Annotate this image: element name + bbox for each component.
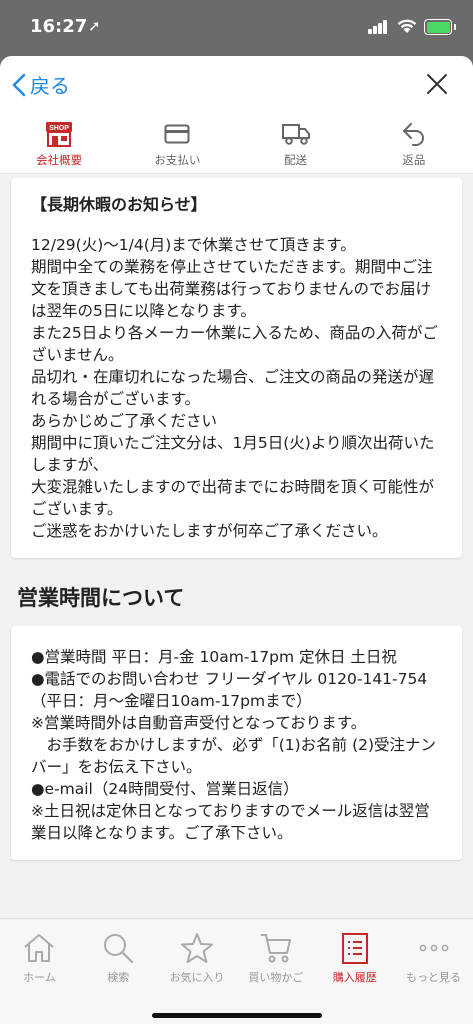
more-icon [419, 944, 448, 952]
back-label: 戻る [30, 74, 70, 98]
bottom-nav-label: ホーム [23, 971, 56, 984]
hours-line: お手数をおかけしますが、必ず「(1)お名前 (2)受注ナンバー」をお伝え下さい。 [31, 736, 437, 776]
hours-line: ●電話でのお問い合わせ フリーダイヤル 0120-141-754（平日：月～金曜… [31, 670, 428, 710]
bottom-nav-label: 購入履歴 [332, 971, 377, 984]
bottom-nav-label: 検索 [107, 971, 130, 984]
battery-icon [424, 19, 456, 35]
tab-label: 配送 [284, 153, 308, 167]
notice-line: また25日より各メーカー休業に入るため、商品の入荷がございません。 [31, 324, 438, 364]
bottom-nav-home[interactable]: ホーム [0, 919, 79, 989]
cart-icon [260, 934, 291, 963]
info-tabs: SHOP 会社概要 お支払い 配送 返品 [0, 112, 473, 174]
wifi-icon [397, 19, 417, 33]
chevron-left-icon [12, 73, 26, 96]
content-scroll[interactable]: 【長期休暇のお知らせ】 12/29(火)～1/4(月)まで休業させて頂きます。 … [0, 174, 473, 926]
hours-line: ※営業時間外は自動音声受付となっております。 [31, 714, 367, 732]
tab-returns[interactable]: 返品 [355, 112, 473, 173]
bottom-nav-label: もっと見る [406, 971, 462, 984]
bottom-nav-cart[interactable]: 買い物かご [236, 919, 315, 989]
shop-badge-text: SHOP [49, 125, 69, 132]
notice-line: 大変混雑いたしますので出荷までにお時間を頂く可能性がございます。 [31, 478, 435, 518]
bottom-nav-history[interactable]: 購入履歴 [315, 919, 394, 989]
home-icon [24, 934, 55, 962]
star-icon [181, 933, 214, 963]
notice-line: 期間中に頂いたご注文分は、1月5日(火)より順次出荷いたしますが、 [31, 434, 435, 474]
tab-label: 会社概要 [36, 153, 83, 167]
notice-line: あらかじめご了承ください [31, 412, 218, 430]
cellular-signal-icon [368, 20, 388, 34]
notice-body: 12/29(火)～1/4(月)まで休業させて頂きます。 期間中全ての業務を停止さ… [31, 234, 442, 542]
hours-line: ●営業時間 平日：月-金 10am-17pm 定休日 土日祝 [31, 648, 397, 666]
location-arrow-icon: ➚ [88, 17, 101, 35]
card-icon [164, 124, 190, 144]
status-time: 16:27 [30, 16, 88, 37]
modal-sheet: 戻る SHOP 会社概要 お支払い 配送 返品 【長期休暇のお知らせ】 12/2… [0, 56, 473, 1024]
bottom-nav-search[interactable]: 検索 [79, 919, 158, 989]
bottom-nav-label: お気に入り [169, 971, 225, 984]
close-icon[interactable] [425, 72, 449, 96]
hours-section-title: 営業時間について [17, 586, 185, 610]
notice-line: 期間中全ての業務を停止させていただきます。期間中ご注文を頂きましても出荷業務は行… [31, 258, 433, 320]
search-icon [104, 934, 134, 964]
status-bar: 16:27 ➚ [0, 0, 473, 56]
bottom-nav-more[interactable]: もっと見る [394, 919, 473, 989]
tab-payment[interactable]: お支払い [118, 112, 236, 173]
notice-line: 品切れ・在庫切れになった場合、ご注文の商品の発送が遅れる場合がございます。 [31, 368, 435, 408]
notice-card: 【長期休暇のお知らせ】 12/29(火)～1/4(月)まで休業させて頂きます。 … [11, 178, 462, 558]
bottom-nav-favorites[interactable]: お気に入り [158, 919, 237, 989]
back-button[interactable]: 戻る [12, 70, 70, 99]
hours-card: ●営業時間 平日：月-金 10am-17pm 定休日 土日祝 ●電話でのお問い合… [11, 626, 462, 860]
tab-label: 返品 [402, 153, 426, 167]
tab-shipping[interactable]: 配送 [237, 112, 355, 173]
truck-icon [281, 124, 310, 145]
tab-company[interactable]: SHOP 会社概要 [0, 112, 118, 173]
history-icon [341, 933, 368, 964]
notice-line: 12/29(火)～1/4(月)まで休業させて頂きます。 [31, 236, 356, 254]
hours-line: ●e-mail（24時間受付、営業日返信） [31, 780, 299, 798]
bottom-nav: ホーム 検索 お気に入り 買い物かご 購入履歴 もっと見る [0, 918, 473, 1024]
nav-header: 戻る [0, 56, 473, 112]
notice-title: 【長期休暇のお知らせ】 [31, 195, 207, 214]
notice-line: ご迷惑をおかけいたしますが何卒ご了承ください。 [31, 522, 388, 540]
shop-icon: SHOP [46, 122, 73, 147]
return-icon [402, 123, 424, 146]
bottom-nav-label: 買い物かご [248, 971, 304, 984]
tab-label: お支払い [154, 153, 201, 167]
hours-line: ※土日祝は定休日となっておりますのでメール返信は翌営業日以降となります。ご了承下… [31, 802, 430, 842]
home-indicator[interactable] [152, 1013, 322, 1018]
